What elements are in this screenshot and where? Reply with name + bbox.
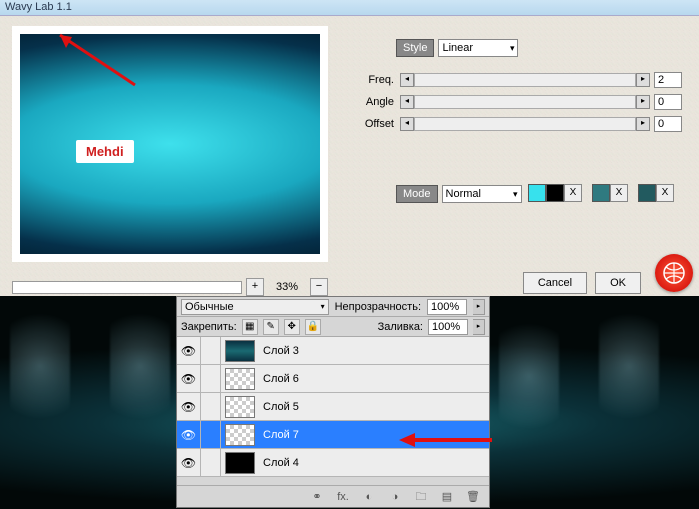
- delete-layer-icon[interactable]: 🗑: [465, 489, 481, 505]
- dialog-titlebar[interactable]: Wavy Lab 1.1: [0, 0, 699, 16]
- layer-name-label[interactable]: Слой 6: [263, 373, 299, 385]
- offset-dec[interactable]: ◂: [400, 117, 414, 131]
- layer-row[interactable]: 👁 Слой 6: [177, 365, 489, 393]
- cancel-button[interactable]: Cancel: [523, 272, 587, 294]
- swatch-clear-1[interactable]: X: [564, 184, 582, 202]
- freq-dec[interactable]: ◂: [400, 73, 414, 87]
- angle-label: Angle: [358, 96, 394, 108]
- layers-lock-row: Закрепить: ▦ ✎ ✥ 🔒 Заливка: 100% ▸: [177, 317, 489, 337]
- angle-inc[interactable]: ▸: [636, 95, 650, 109]
- link-cell[interactable]: [201, 337, 221, 364]
- freq-row: Freq. ◂ ▸ 2: [358, 70, 682, 90]
- plugin-logo-icon[interactable]: [655, 254, 693, 292]
- layer-name-label[interactable]: Слой 4: [263, 457, 299, 469]
- swatch-clear-3[interactable]: X: [656, 184, 674, 202]
- layer-row[interactable]: 👁 Слой 3: [177, 337, 489, 365]
- visibility-toggle-icon[interactable]: 👁: [177, 421, 201, 448]
- layer-fx-icon[interactable]: fx.: [335, 489, 351, 505]
- freq-value[interactable]: 2: [654, 72, 682, 88]
- style-row: Style Linear: [396, 38, 518, 58]
- lock-position-icon[interactable]: ✥: [284, 319, 300, 335]
- visibility-toggle-icon[interactable]: 👁: [177, 449, 201, 476]
- offset-label: Offset: [358, 118, 394, 130]
- angle-dec[interactable]: ◂: [400, 95, 414, 109]
- angle-value[interactable]: 0: [654, 94, 682, 110]
- layer-name-label[interactable]: Слой 3: [263, 345, 299, 357]
- mode-label: Mode: [396, 185, 438, 203]
- layer-thumbnail[interactable]: [225, 340, 255, 362]
- preview-canvas[interactable]: Mehdi: [20, 34, 320, 254]
- lock-transparent-icon[interactable]: ▦: [242, 319, 258, 335]
- layer-group-icon[interactable]: 🗀: [413, 489, 429, 505]
- layer-thumbnail[interactable]: [225, 396, 255, 418]
- dialog-body: Mehdi + 33% − Style Linear Freq. ◂ ▸ 2: [0, 16, 699, 296]
- fill-input[interactable]: 100%: [428, 319, 468, 335]
- link-cell[interactable]: [201, 365, 221, 392]
- lock-pixels-icon[interactable]: ✎: [263, 319, 279, 335]
- wavy-lab-dialog: Wavy Lab 1.1 Mehdi + 33% − Style Linear …: [0, 0, 699, 296]
- swatch-2[interactable]: [546, 184, 564, 202]
- link-cell[interactable]: [201, 421, 221, 448]
- swatch-4[interactable]: [638, 184, 656, 202]
- blend-mode-combo[interactable]: Обычные: [181, 299, 329, 315]
- link-layers-icon[interactable]: ⚭: [309, 489, 325, 505]
- lock-label: Закрепить:: [181, 321, 237, 333]
- new-layer-icon[interactable]: ▤: [439, 489, 455, 505]
- zoom-controls: + 33% −: [12, 278, 328, 296]
- dialog-buttons: Cancel OK: [523, 272, 641, 294]
- opacity-input[interactable]: 100%: [427, 299, 467, 315]
- layers-top-row: Обычные Непрозрачность: 100% ▸: [177, 297, 489, 317]
- opacity-label: Непрозрачность:: [335, 301, 421, 313]
- zoom-out-button[interactable]: −: [310, 278, 328, 296]
- offset-inc[interactable]: ▸: [636, 117, 650, 131]
- link-cell[interactable]: [201, 449, 221, 476]
- offset-value[interactable]: 0: [654, 116, 682, 132]
- visibility-toggle-icon[interactable]: 👁: [177, 365, 201, 392]
- ok-button[interactable]: OK: [595, 272, 641, 294]
- layer-mask-icon[interactable]: ◐: [361, 489, 377, 505]
- link-cell[interactable]: [201, 393, 221, 420]
- fill-stepper[interactable]: ▸: [473, 319, 485, 335]
- adjustment-layer-icon[interactable]: ◑: [387, 489, 403, 505]
- freq-label: Freq.: [358, 74, 394, 86]
- layers-footer: ⚭ fx. ◐ ◑ 🗀 ▤ 🗑: [177, 485, 489, 507]
- swatch-3[interactable]: [592, 184, 610, 202]
- layer-thumbnail[interactable]: [225, 368, 255, 390]
- freq-slider[interactable]: ◂ ▸: [400, 73, 650, 87]
- offset-slider[interactable]: ◂ ▸: [400, 117, 650, 131]
- offset-row: Offset ◂ ▸ 0: [358, 114, 682, 134]
- fill-label: Заливка:: [378, 321, 423, 333]
- angle-row: Angle ◂ ▸ 0: [358, 92, 682, 112]
- swatch-clear-2[interactable]: X: [610, 184, 628, 202]
- swatch-1[interactable]: [528, 184, 546, 202]
- mode-combo[interactable]: Normal: [442, 185, 522, 203]
- lock-all-icon[interactable]: 🔒: [305, 319, 321, 335]
- zoom-in-button[interactable]: +: [246, 278, 264, 296]
- layer-row[interactable]: 👁 Слой 5: [177, 393, 489, 421]
- color-swatches: X X X: [528, 184, 674, 202]
- opacity-stepper[interactable]: ▸: [473, 299, 485, 315]
- visibility-toggle-icon[interactable]: 👁: [177, 393, 201, 420]
- layer-name-label[interactable]: Слой 7: [263, 429, 299, 441]
- layers-panel: Обычные Непрозрачность: 100% ▸ Закрепить…: [176, 296, 490, 508]
- freq-inc[interactable]: ▸: [636, 73, 650, 87]
- layer-list: 👁 Слой 3 👁 Слой 6 👁 Слой 5 👁 Слой 7 👁 Слой 4: [177, 337, 489, 477]
- angle-slider[interactable]: ◂ ▸: [400, 95, 650, 109]
- layer-thumbnail[interactable]: [225, 452, 255, 474]
- mode-row: Mode Normal: [396, 184, 522, 204]
- layer-thumbnail[interactable]: [225, 424, 255, 446]
- layer-row[interactable]: 👁 Слой 7: [177, 421, 489, 449]
- author-tag: Mehdi: [76, 140, 134, 163]
- layer-row[interactable]: 👁 Слой 4: [177, 449, 489, 477]
- layer-name-label[interactable]: Слой 5: [263, 401, 299, 413]
- style-label: Style: [396, 39, 434, 57]
- zoom-value: 33%: [268, 281, 306, 293]
- zoom-slider[interactable]: [12, 281, 242, 294]
- preview-frame: Mehdi: [12, 26, 328, 262]
- style-combo[interactable]: Linear: [438, 39, 518, 57]
- visibility-toggle-icon[interactable]: 👁: [177, 337, 201, 364]
